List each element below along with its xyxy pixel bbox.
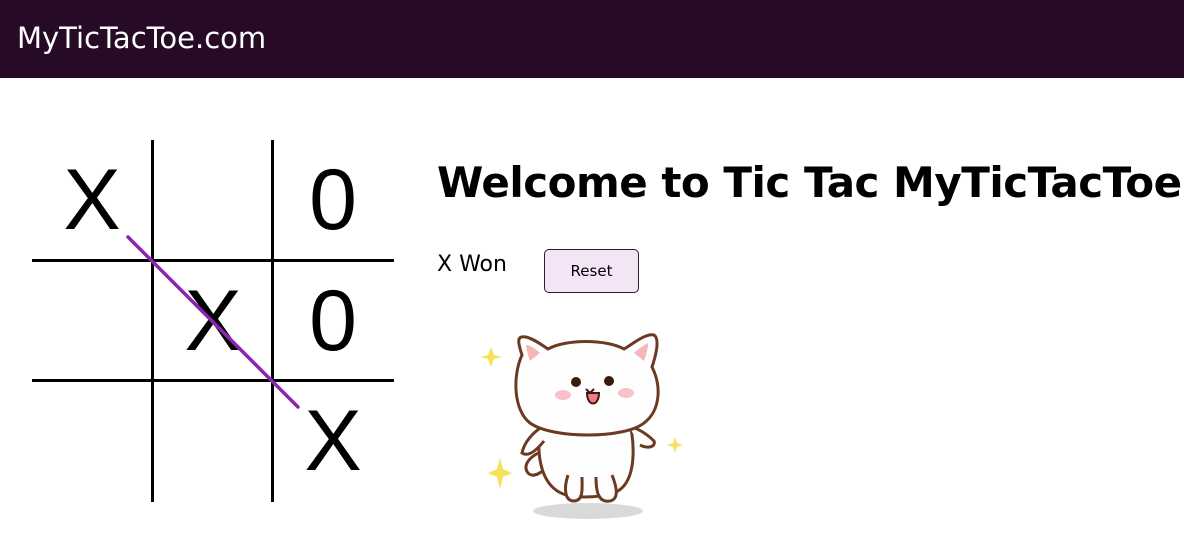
page-title: Welcome to Tic Tac MyTicTacToe <box>437 158 1182 207</box>
top-app-bar: MyTicTacToe.com <box>0 0 1184 78</box>
site-brand[interactable]: MyTicTacToe.com <box>17 20 266 56</box>
reset-button[interactable]: Reset <box>544 249 639 293</box>
celebrating-cat-sticker <box>480 333 683 519</box>
game-status: X Won <box>437 252 507 277</box>
winning-strike-line <box>126 235 300 409</box>
tic-tac-toe-board: X 0 X 0 X <box>32 140 394 502</box>
